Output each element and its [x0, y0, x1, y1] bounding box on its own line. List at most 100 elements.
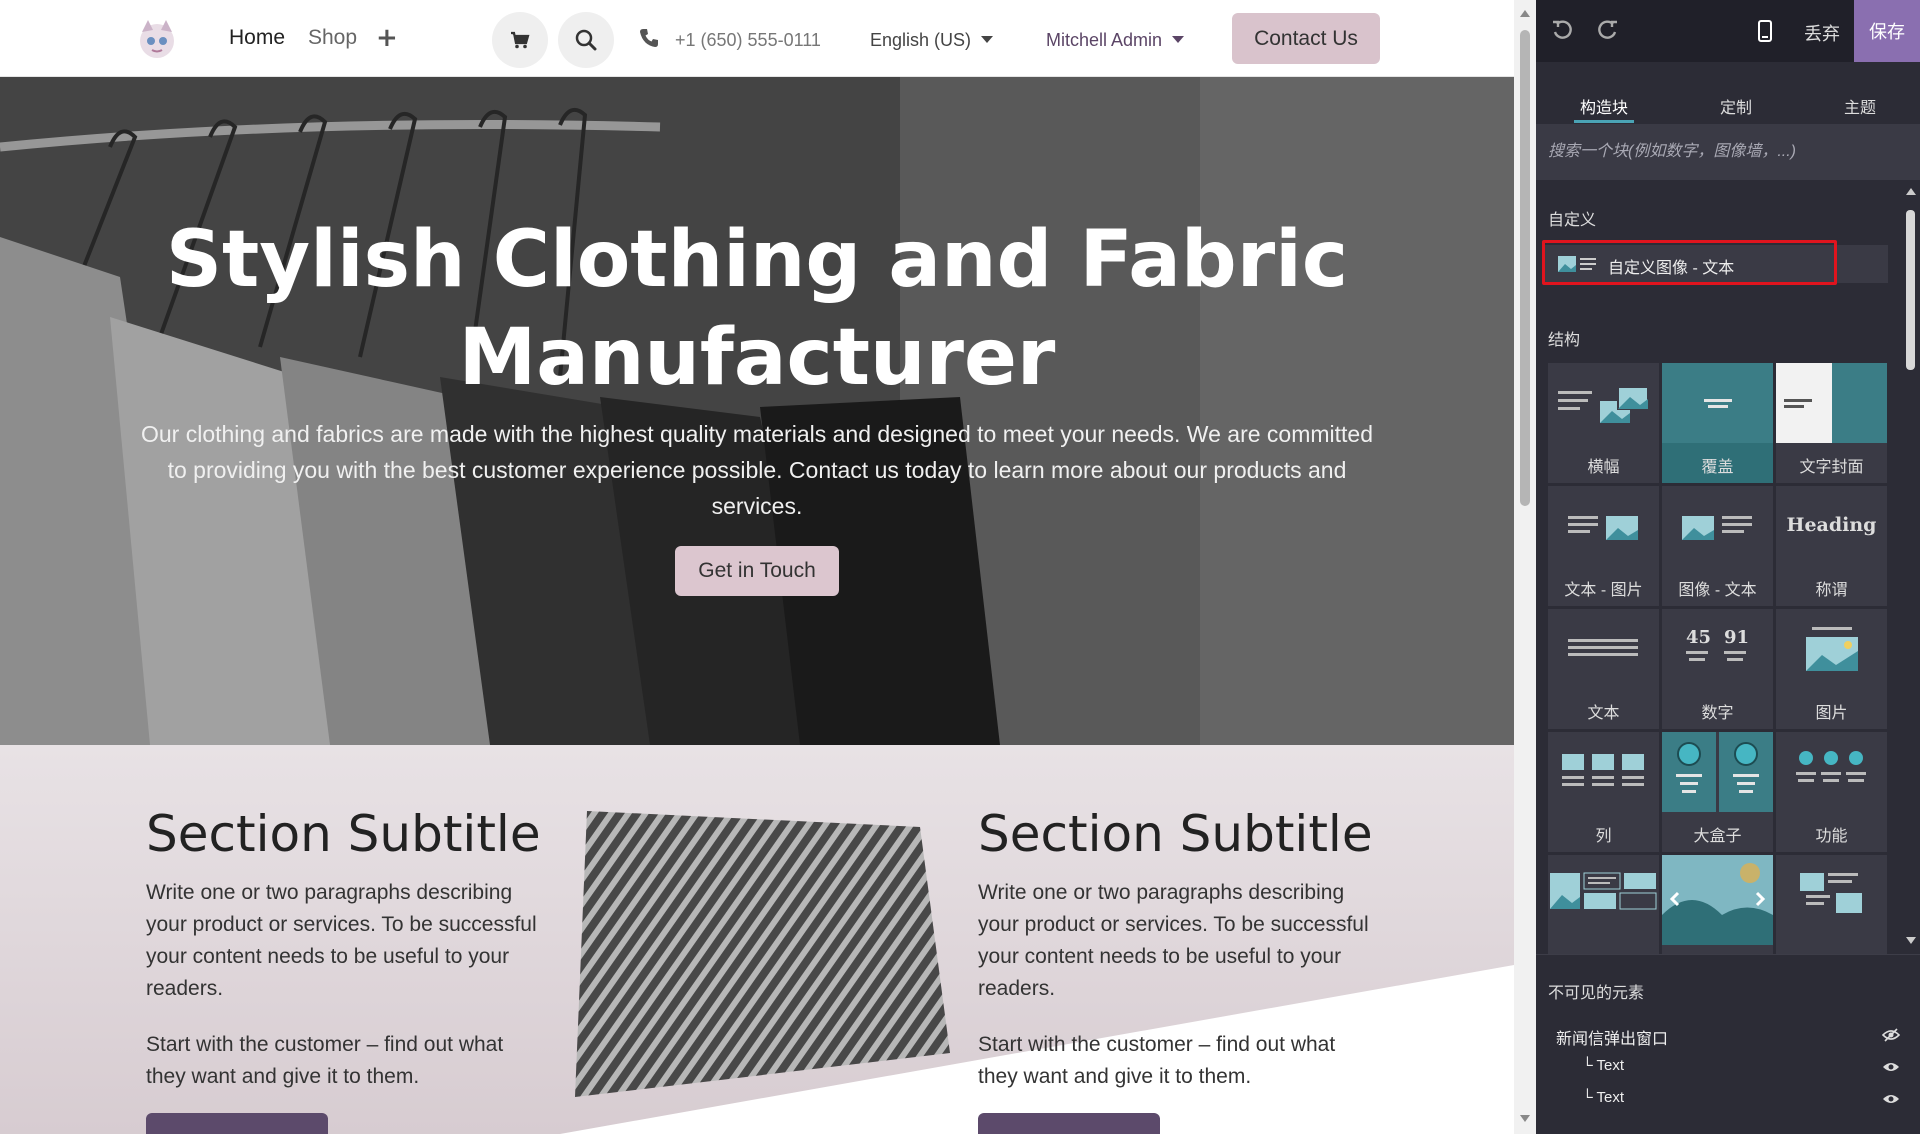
chevron-down-icon	[981, 36, 994, 43]
website-preview: Home Shop + +1 (650) 555-0111 English (U…	[0, 0, 1514, 1134]
save-button[interactable]: 保存	[1854, 0, 1920, 62]
tile-label: 功能	[1815, 828, 1848, 845]
banner-thumbnail-icon	[1558, 386, 1649, 423]
gallery-thumbnail-icon	[1800, 873, 1862, 913]
tile-label: 称谓	[1815, 582, 1848, 599]
scroll-up-icon[interactable]	[1520, 10, 1530, 17]
block-masonry[interactable]	[1548, 855, 1659, 954]
eye-slash-icon[interactable]	[1882, 1028, 1900, 1042]
block-image-text[interactable]: 图像 - 文本	[1662, 486, 1773, 606]
cover-thumbnail-icon	[1662, 363, 1773, 443]
editor-scrollbar[interactable]	[1902, 180, 1920, 954]
block-features[interactable]: 功能	[1776, 732, 1887, 852]
features-thumbnail-icon	[1796, 751, 1866, 782]
tab-theme[interactable]: 主题	[1844, 94, 1876, 118]
custom-section-title: 自定义	[1548, 212, 1597, 229]
block-title[interactable]: Heading 称谓	[1776, 486, 1887, 606]
phone-number[interactable]: +1 (650) 555-0111	[675, 30, 821, 51]
section-paragraph-right-1: Write one or two paragraphs describing y…	[978, 881, 1369, 1000]
section-subtitle-right: Section Subtitle	[978, 805, 1373, 863]
discard-button[interactable]: 丢弃	[1804, 20, 1840, 46]
editor-toolbar: 丢弃 保存	[1536, 0, 1920, 62]
site-navbar: Home Shop + +1 (650) 555-0111 English (U…	[0, 0, 1514, 77]
tile-label: 大盒子	[1693, 828, 1742, 845]
text-image-section[interactable]: Section Subtitle Write one or two paragr…	[0, 745, 1514, 1134]
add-page-icon[interactable]: +	[376, 25, 398, 51]
scroll-down-icon[interactable]	[1520, 1115, 1530, 1122]
section-paragraph-right-2: Start with the customer – find out what …	[978, 1033, 1336, 1088]
hero-overlay	[0, 77, 1514, 745]
scroll-thumb[interactable]	[1906, 210, 1915, 370]
mobile-preview-icon[interactable]	[1758, 20, 1772, 42]
nav-home[interactable]: Home	[229, 26, 285, 50]
image-text-thumbnail-icon	[1682, 516, 1752, 540]
hero-section[interactable]: Stylish Clothing and Fabric Manufacturer…	[0, 77, 1514, 745]
block-columns[interactable]: 列	[1548, 732, 1659, 852]
scroll-thumb[interactable]	[1520, 30, 1530, 506]
discover-button-right[interactable]	[978, 1113, 1160, 1134]
active-tab-indicator	[1574, 120, 1634, 123]
block-search[interactable]	[1536, 124, 1920, 180]
eye-icon[interactable]	[1882, 1060, 1900, 1074]
contact-us-button[interactable]: Contact Us	[1232, 13, 1380, 64]
tile-label: 横幅	[1587, 459, 1620, 476]
section-paragraph-left-2: Start with the customer – find out what …	[146, 1033, 504, 1088]
redo-icon[interactable]	[1596, 18, 1620, 42]
tile-label: 数字	[1701, 705, 1734, 722]
tile-label: 文本	[1587, 705, 1620, 722]
text-thumbnail-icon	[1568, 639, 1638, 656]
picture-thumbnail-icon	[1806, 627, 1858, 671]
undo-icon[interactable]	[1550, 18, 1574, 42]
scroll-up-icon[interactable]	[1906, 188, 1916, 195]
search-button[interactable]	[558, 12, 614, 68]
block-cover[interactable]: 覆盖	[1662, 363, 1773, 483]
invisible-elements-title: 不可见的元素	[1548, 985, 1645, 1002]
page-scrollbar[interactable]	[1514, 0, 1536, 1134]
get-in-touch-button[interactable]: Get in Touch	[675, 546, 839, 596]
numbers-thumbnail-icon	[1686, 651, 1746, 661]
block-search-input[interactable]	[1536, 124, 1920, 180]
eye-icon[interactable]	[1882, 1092, 1900, 1106]
heading-sample: Heading	[1786, 514, 1877, 536]
chevron-down-icon	[1172, 36, 1185, 43]
block-text-image[interactable]: 文本 - 图片	[1548, 486, 1659, 606]
block-image-gallery[interactable]	[1776, 855, 1887, 954]
block-big-boxes[interactable]: 大盒子	[1662, 732, 1773, 852]
block-text-cover[interactable]: 文字封面	[1776, 363, 1887, 483]
tile-label: 覆盖	[1701, 459, 1734, 476]
tile-label: 图片	[1815, 705, 1848, 722]
invisible-item-newsletter-popup[interactable]: 新闻信弹出窗口	[1556, 1025, 1668, 1049]
block-banner[interactable]: 横幅	[1548, 363, 1659, 483]
user-name: Mitchell Admin	[1046, 30, 1163, 50]
language-selector[interactable]: English (US)	[870, 30, 994, 51]
block-text[interactable]: 文本	[1548, 609, 1659, 729]
hero-title: Stylish Clothing and Fabric Manufacturer	[165, 215, 1349, 403]
cart-icon	[511, 31, 530, 49]
tab-blocks[interactable]: 构造块	[1580, 94, 1628, 118]
editor-tabs: 构造块 定制 主题	[1536, 62, 1920, 124]
invisible-elements-panel: 不可见的元素 新闻信弹出窗口 └ Text └ Text	[1536, 954, 1920, 1134]
block-picture[interactable]: 图片	[1776, 609, 1887, 729]
block-numbers[interactable]: 45 91 数字	[1662, 609, 1773, 729]
nav-shop[interactable]: Shop	[308, 26, 357, 50]
columns-thumbnail-icon	[1562, 754, 1644, 786]
invisible-item-text-1[interactable]: └ Text	[1582, 1057, 1624, 1074]
user-menu[interactable]: Mitchell Admin	[1046, 30, 1185, 51]
blocks-list: 自定义 自定义图像 - 文本 结构 横幅 覆盖 文字封面 文本 - 图片 图像 …	[1536, 180, 1920, 954]
invisible-item-text-2[interactable]: └ Text	[1582, 1089, 1624, 1106]
tab-customize[interactable]: 定制	[1720, 94, 1752, 118]
text-cover-thumbnail-icon	[1776, 363, 1887, 443]
section-paragraph-left-1: Write one or two paragraphs describing y…	[146, 881, 537, 1000]
logo-icon[interactable]	[132, 14, 182, 64]
text-image-thumbnail-icon	[1568, 516, 1638, 540]
tile-label: 图像 - 文本	[1678, 582, 1757, 599]
masonry-thumbnail-icon	[1550, 872, 1657, 910]
hero-text: Our clothing and fabrics are made with t…	[140, 421, 1373, 519]
discover-button-left[interactable]	[146, 1113, 328, 1134]
scroll-down-icon[interactable]	[1906, 937, 1916, 944]
block-carousel[interactable]	[1662, 855, 1773, 954]
cart-button[interactable]	[492, 12, 548, 68]
shirts-image	[575, 811, 950, 1097]
section-subtitle-left: Section Subtitle	[146, 805, 541, 863]
tile-label: 文本 - 图片	[1564, 582, 1643, 599]
